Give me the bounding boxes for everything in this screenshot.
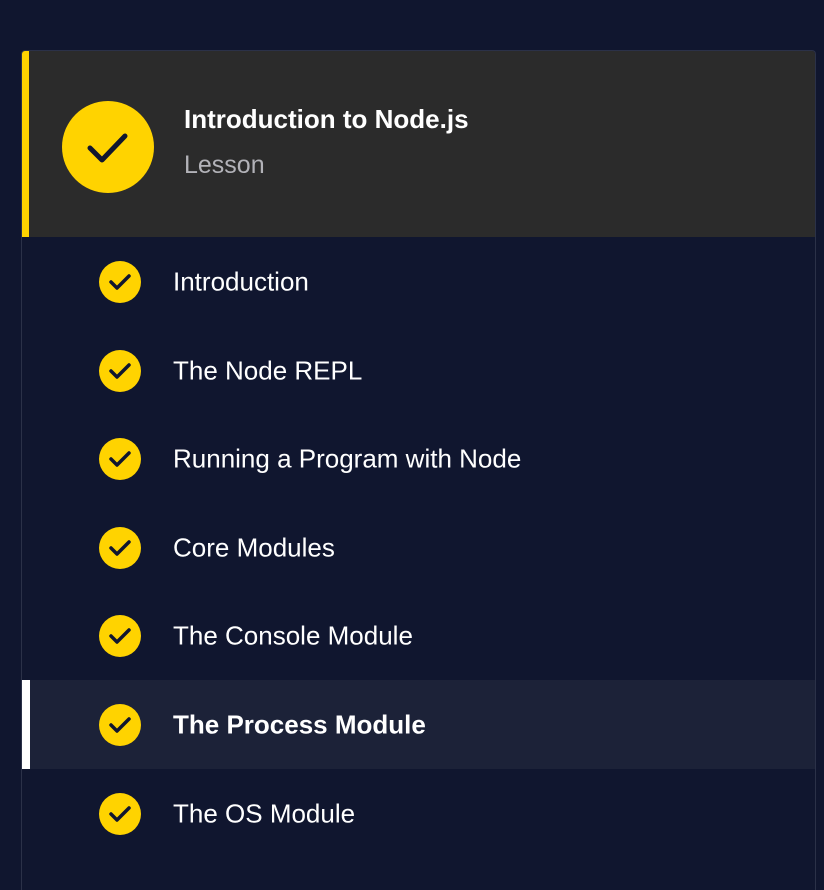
lesson-item-label: Core Modules: [173, 532, 335, 563]
lesson-item-node-repl[interactable]: The Node REPL: [22, 326, 815, 415]
completed-check-icon: [99, 526, 141, 569]
lesson-item-console-module[interactable]: The Console Module: [22, 591, 815, 680]
lesson-item-introduction[interactable]: Introduction: [22, 237, 815, 326]
lesson-header[interactable]: Introduction to Node.js Lesson: [22, 51, 815, 237]
lesson-item-process-module[interactable]: The Process Module: [22, 679, 815, 769]
lesson-complete-check-icon: [62, 101, 154, 193]
completed-check-icon: [99, 703, 141, 746]
lesson-item-label: Running a Program with Node: [173, 443, 522, 474]
completed-check-icon: [99, 615, 141, 658]
lesson-type-label: Lesson: [184, 151, 265, 179]
lesson-item-os-module[interactable]: The OS Module: [22, 769, 815, 858]
lesson-item-label: The Process Module: [173, 709, 426, 740]
lesson-item-label: The Console Module: [173, 620, 413, 651]
completed-check-icon: [99, 438, 141, 481]
lesson-item-core-modules[interactable]: Core Modules: [22, 503, 815, 592]
completed-check-icon: [99, 261, 141, 303]
lesson-item-label: The OS Module: [173, 798, 356, 829]
lesson-title: Introduction to Node.js: [184, 104, 469, 134]
lesson-item-list: Introduction The Node REPL Running a Pro…: [22, 237, 815, 857]
lesson-item-label: Introduction: [173, 266, 309, 297]
lesson-item-running-a-program[interactable]: Running a Program with Node: [22, 414, 815, 503]
lesson-item-label: The Node REPL: [173, 355, 363, 386]
completed-check-icon: [99, 349, 141, 392]
completed-check-icon: [99, 792, 141, 835]
lesson-panel: Introduction to Node.js Lesson Introduct…: [21, 50, 816, 890]
